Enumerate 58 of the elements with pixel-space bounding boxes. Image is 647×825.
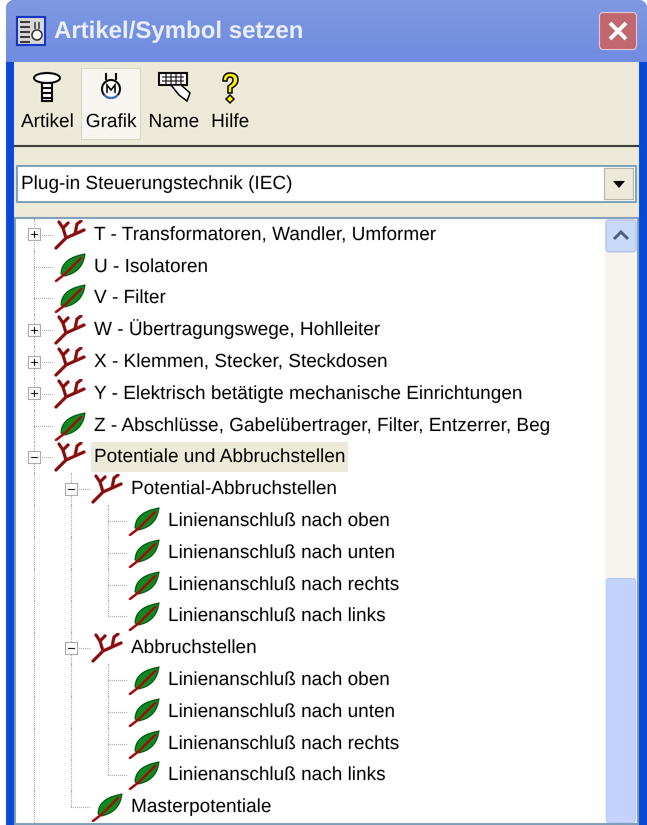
branch-icon xyxy=(53,315,87,346)
leaf-icon xyxy=(127,601,161,632)
tree-item[interactable]: Linienanschluß nach unten xyxy=(165,696,398,727)
collapse-icon[interactable] xyxy=(65,482,78,496)
window-title: Artikel/Symbol setzen xyxy=(54,16,304,46)
leaf-icon xyxy=(127,760,161,790)
leaf-icon xyxy=(127,506,161,536)
leaf-icon xyxy=(90,792,124,822)
close-icon xyxy=(607,20,629,42)
tree-item[interactable]: X - Klemmen, Stecker, Steckdosen xyxy=(91,347,391,378)
tree-item[interactable]: Linienanschluß nach rechts xyxy=(165,570,402,600)
close-button[interactable] xyxy=(599,12,637,50)
expand-icon[interactable] xyxy=(28,324,41,337)
screw-icon xyxy=(32,70,62,104)
leaf-icon xyxy=(127,570,161,600)
tree-item[interactable]: Y - Elektrisch betätigte mechanische Einrichtungen xyxy=(91,378,526,409)
tree-item[interactable]: Linienanschluß nach links xyxy=(165,760,389,790)
toolbar-button[interactable]: Hilfe xyxy=(206,68,254,140)
toolbar-button[interactable]: Name xyxy=(143,68,204,140)
branch-icon xyxy=(53,378,87,409)
leaf-icon xyxy=(53,283,87,314)
tree-item[interactable]: Linienanschluß nach rechts xyxy=(165,728,402,759)
vertical-scrollbar[interactable] xyxy=(605,219,637,823)
collapse-icon[interactable] xyxy=(28,450,41,464)
tree-item[interactable]: Abbruchstellen xyxy=(128,633,260,664)
tree-item[interactable]: U - Isolatoren xyxy=(91,252,212,282)
tree-item[interactable]: Potential-Abbruchstellen xyxy=(128,474,340,504)
scrollbar-thumb[interactable] xyxy=(606,578,636,823)
branch-icon xyxy=(90,633,124,664)
leaf-icon xyxy=(53,252,87,282)
branch-icon xyxy=(90,474,124,504)
tree-item[interactable]: Linienanschluß nach unten xyxy=(165,538,398,568)
branch-icon xyxy=(53,442,87,472)
tree-item[interactable]: Masterpotentiale xyxy=(128,792,274,822)
toolbar-button[interactable]: Artikel xyxy=(16,68,79,140)
leaf-icon xyxy=(53,410,87,441)
branch-icon xyxy=(53,347,87,378)
tree-item[interactable]: Linienanschluß nach oben xyxy=(165,665,393,696)
branch-icon xyxy=(53,220,87,250)
window-app-icon xyxy=(16,16,46,46)
leaf-icon xyxy=(127,538,161,568)
tree-item[interactable]: T - Transformatoren, Wandler, Umformer xyxy=(91,220,440,250)
tree-item[interactable]: W - Übertragungswege, Hohlleiter xyxy=(91,315,384,346)
toolbar-button[interactable]: Grafik xyxy=(80,68,142,140)
collapse-icon[interactable] xyxy=(65,642,78,655)
keyboard-hand-icon xyxy=(156,70,191,102)
category-dropdown[interactable]: Plug-in Steuerungstechnik (IEC) xyxy=(16,165,637,203)
expand-icon[interactable] xyxy=(28,387,41,400)
expand-icon[interactable] xyxy=(28,228,41,242)
tree-item[interactable]: Linienanschluß nach oben xyxy=(165,506,393,536)
leaf-icon xyxy=(127,728,161,759)
tree-item[interactable]: Z - Abschlüsse, Gabelübertrager, Filter, Entzerrer, Beg xyxy=(91,410,554,441)
leaf-icon xyxy=(127,696,161,727)
tree-item[interactable]: Linienanschluß nach links xyxy=(165,601,389,632)
tree-item[interactable]: Potentiale und Abbruchstellen xyxy=(91,442,348,472)
expand-icon[interactable] xyxy=(28,356,41,369)
tree-item[interactable]: V - Filter xyxy=(91,283,169,314)
leaf-icon xyxy=(127,665,161,696)
